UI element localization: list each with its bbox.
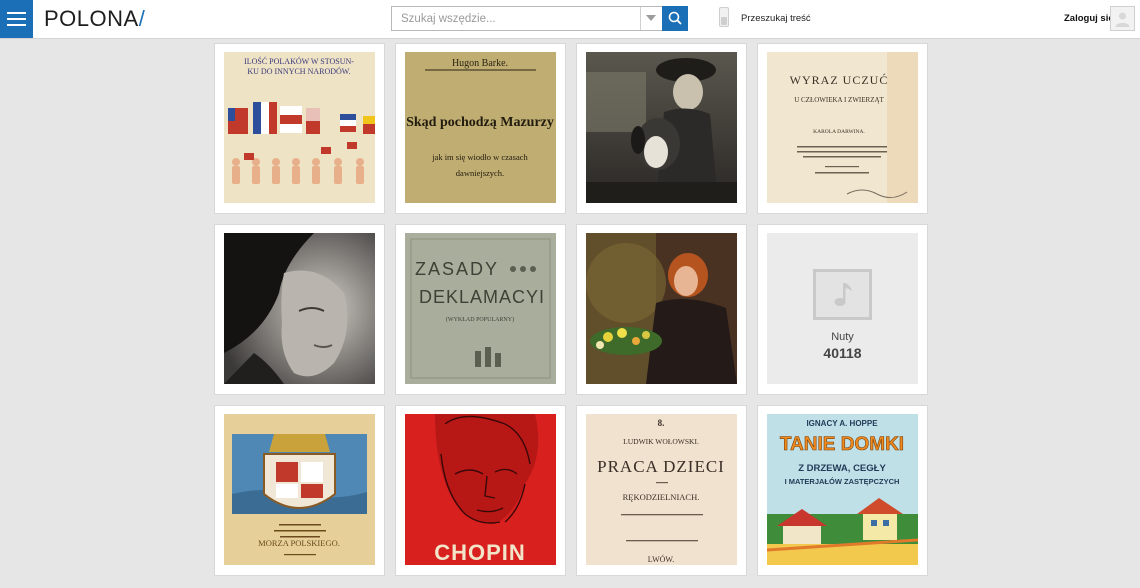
book-title: Skąd pochodzą Mazurzy [406,115,554,130]
poster-title-line-2: KU DO INNYCH NARODÓW. [247,66,350,76]
book-title-2: DEKLAMACYI [419,287,545,307]
thumbnail-painting-child-dog [586,52,737,203]
book-author: LUDWIK WOŁOWSKI. [623,437,699,446]
thumbnail-painting-woman-flowers [586,233,737,384]
poster-title-line-1: ILOŚĆ POLAKÓW W STOSUN- [244,56,354,66]
category-count: 40118 [823,345,862,361]
book-title: WYRAZ UCZUĆ [790,73,889,87]
placeholder-frame [813,269,872,320]
results-grid: ILOŚĆ POLAKÓW W STOSUN- KU DO INNYCH NAR… [0,0,1140,588]
result-card-notes-category[interactable]: Nuty 40118 [757,224,928,395]
book-subtitle: U CZŁOWIEKA I ZWIERZĄT [794,96,884,104]
result-card[interactable]: WYRAZ UCZUĆ U CZŁOWIEKA I ZWIERZĄT KAROL… [757,43,928,214]
thumbnail-book-tanie-domki: IGNACY A. HOPPE TANIE DOMKI Z DRZEWA, CE… [767,414,918,565]
book-subtitle: (WYKŁAD POPULARNY) [446,316,514,323]
result-card[interactable]: ZASADY DEKLAMACYI (WYKŁAD POPULARNY) [395,224,566,395]
thumbnail-book-darwin: WYRAZ UCZUĆ U CZŁOWIEKA I ZWIERZĄT KAROL… [767,52,918,203]
thumbnail-book-deklamacyi: ZASADY DEKLAMACYI (WYKŁAD POPULARNY) [405,233,556,384]
thumbnail-poster-chopin: CHOPIN [405,414,556,565]
result-card[interactable]: CHOPIN [395,405,566,576]
result-card[interactable] [576,224,747,395]
category-label: Nuty [831,331,854,343]
result-card[interactable]: ILOŚĆ POLAKÓW W STOSUN- KU DO INNYCH NAR… [214,43,385,214]
book-author: IGNACY A. HOPPE [806,419,878,428]
book-author: KAROLA DARWINA. [813,129,865,135]
book-title-1: ZASADY [415,259,499,279]
thumbnail-poster-coat-of-arms: MORZA POLSKIEGO. [224,414,375,565]
book-subtitle-2: dawniejszych. [456,168,504,178]
book-city: LWÓW. [648,554,674,564]
book-subtitle-1: jak im się wiodło w czasach [431,152,528,162]
thumbnail-book-praca-dzieci: 8. LUDWIK WOŁOWSKI. PRACA DZIECI RĘKODZI… [586,414,737,565]
poster-title: CHOPIN [434,540,526,565]
book-subtitle-2: I MATERJAŁÓW ZASTĘPCZYCH [785,477,900,486]
result-card[interactable] [214,224,385,395]
result-card[interactable]: IGNACY A. HOPPE TANIE DOMKI Z DRZEWA, CE… [757,405,928,576]
placeholder-thumbnail: Nuty 40118 [767,233,918,384]
music-note-icon [834,283,852,306]
result-card[interactable] [576,43,747,214]
book-author: Hugon Barke. [452,58,508,69]
book-title: PRACA DZIECI [597,457,725,476]
book-title: TANIE DOMKI [780,434,904,455]
result-card[interactable]: 8. LUDWIK WOŁOWSKI. PRACA DZIECI RĘKODZI… [576,405,747,576]
book-number: 8. [658,418,665,428]
book-subtitle-1: Z DRZEWA, CEGŁY [798,463,886,474]
thumbnail-portrait-photo [224,233,375,384]
book-subtitle: RĘKODZIELNIACH. [623,492,700,502]
result-card[interactable]: MORZA POLSKIEGO. [214,405,385,576]
result-card[interactable]: Hugon Barke. Skąd pochodzą Mazurzy jak i… [395,43,566,214]
poster-text: MORZA POLSKIEGO. [258,538,340,548]
thumbnail-poster-nations: ILOŚĆ POLAKÓW W STOSUN- KU DO INNYCH NAR… [224,52,375,203]
thumbnail-book-mazurzy: Hugon Barke. Skąd pochodzą Mazurzy jak i… [405,52,556,203]
